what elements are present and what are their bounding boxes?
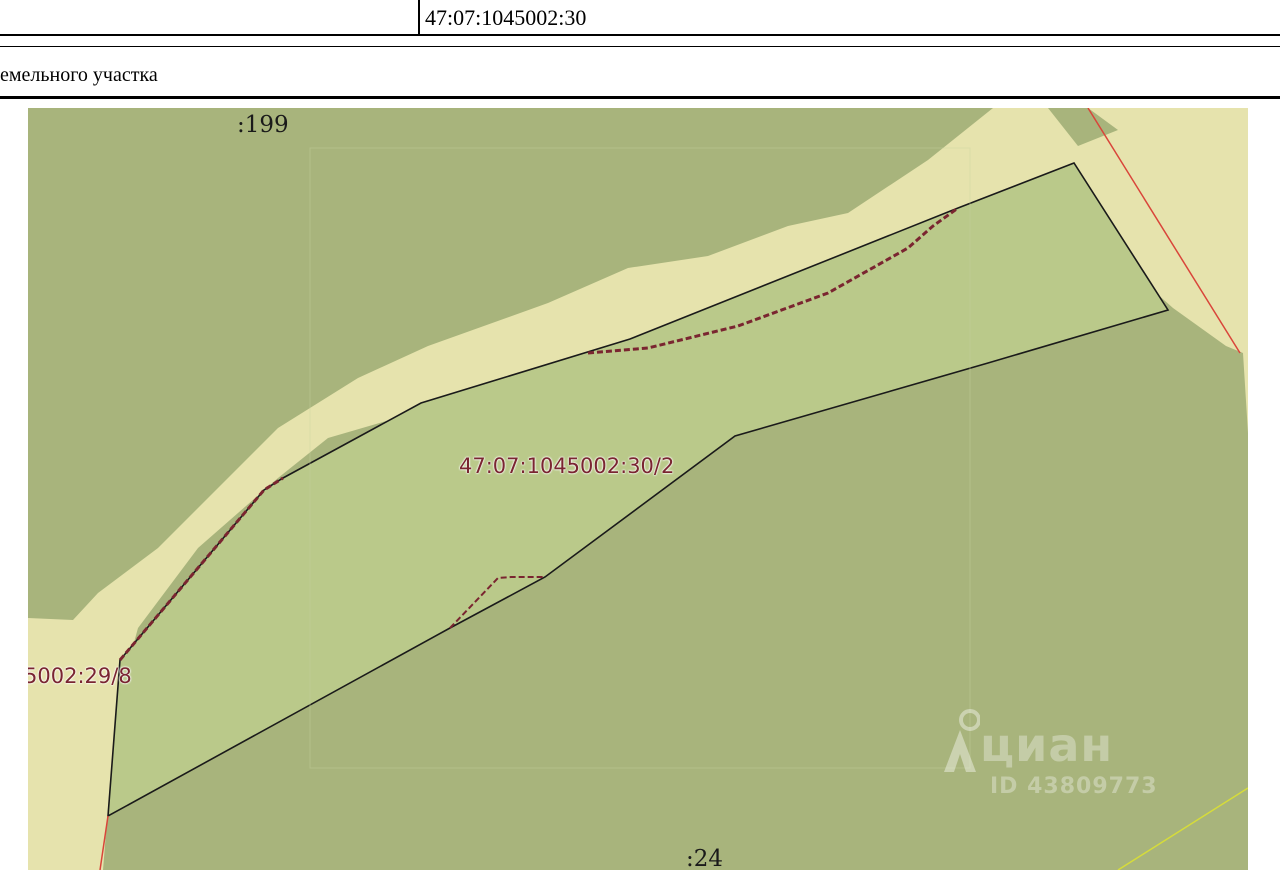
label-parcel-main: 47:07:1045002:30/2 xyxy=(459,454,675,478)
cadastral-number: 47:07:1045002:30 xyxy=(425,5,587,30)
header-row: 47:07:1045002:30 xyxy=(0,0,1280,36)
label-parcel-neighbor: 5002:29/8 xyxy=(28,664,132,688)
watermark-brand: циан xyxy=(980,718,1114,772)
label-parcel-199: :199 xyxy=(237,112,289,138)
label-parcel-24: :24 xyxy=(686,846,724,870)
watermark-id: ID 43809773 xyxy=(990,774,1158,799)
section-row: емельного участка xyxy=(0,46,1280,99)
cadastral-map: :199 47:07:1045002:30/2 5002:29/8 :24 ци… xyxy=(28,108,1248,870)
header-empty-cell xyxy=(0,0,420,34)
section-title: емельного участка xyxy=(0,64,158,86)
location-pin-icon xyxy=(944,709,980,772)
watermark: циан ID 43809773 xyxy=(940,708,1180,808)
